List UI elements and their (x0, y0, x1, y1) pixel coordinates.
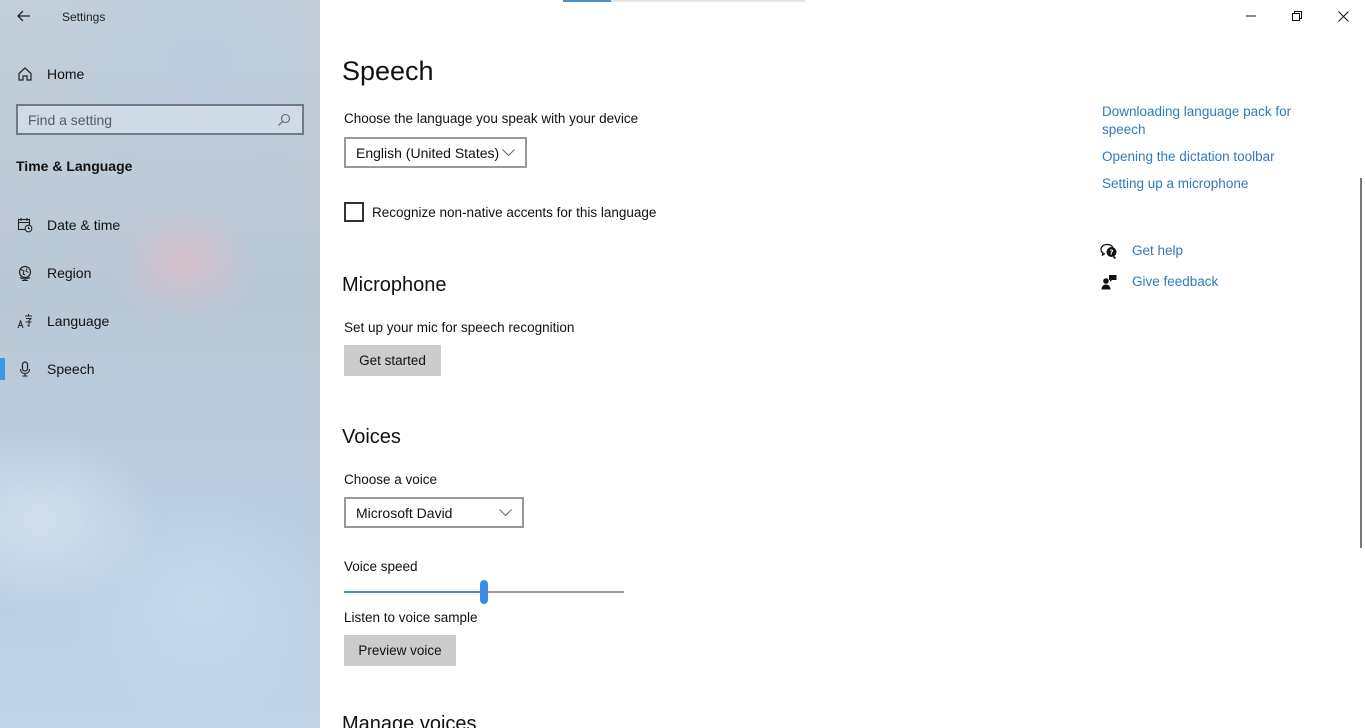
restore-icon (1292, 11, 1302, 21)
slider-fill (344, 591, 484, 593)
close-icon (1337, 10, 1349, 22)
microphone-heading: Microphone (342, 274, 447, 296)
language-icon (16, 312, 34, 330)
give-feedback-row[interactable]: Give feedback (1100, 273, 1218, 291)
search-box[interactable] (16, 104, 304, 135)
section-heading: Time & Language (16, 158, 133, 174)
globe-icon (16, 264, 34, 282)
sidebar-item-label: Home (47, 66, 85, 82)
minimize-icon (1246, 15, 1256, 17)
back-arrow-icon (17, 10, 30, 22)
loading-progress-bar (563, 0, 805, 2)
sidebar-item-date-time[interactable]: Date & time (0, 207, 320, 243)
chevron-down-icon (498, 508, 512, 518)
give-feedback-link[interactable]: Give feedback (1132, 273, 1218, 291)
app-title: Settings (62, 10, 106, 24)
home-icon (16, 65, 34, 83)
language-label: Choose the language you speak with your … (344, 111, 639, 126)
sidebar: Settings Home Time & Language Date & tim… (0, 0, 320, 728)
calendar-clock-icon (16, 216, 34, 234)
microphone-label: Set up your mic for speech recognition (344, 320, 575, 335)
search-icon[interactable] (276, 112, 292, 128)
minimize-button[interactable] (1228, 0, 1274, 32)
search-input[interactable] (28, 111, 276, 128)
sidebar-item-language[interactable]: Language (0, 303, 320, 339)
page-title: Speech (342, 56, 434, 86)
get-started-button[interactable]: Get started (344, 345, 441, 376)
voice-speed-slider[interactable] (344, 580, 624, 604)
preview-voice-button[interactable]: Preview voice (344, 635, 456, 666)
language-dropdown[interactable]: English (United States) (344, 137, 527, 168)
link-download-language-pack[interactable]: Downloading language pack for speech (1102, 103, 1322, 139)
accents-checkbox-label: Recognize non-native accents for this la… (372, 204, 657, 220)
sidebar-item-label: Date & time (47, 217, 121, 233)
restore-button[interactable] (1274, 0, 1320, 32)
manage-voices-heading: Manage voices (342, 713, 477, 728)
sidebar-item-speech[interactable]: Speech (0, 351, 320, 387)
chevron-down-icon (501, 148, 515, 158)
loading-progress-fill (563, 0, 612, 2)
language-selected-value: English (United States) (356, 144, 500, 161)
back-button[interactable] (10, 4, 38, 28)
microphone-icon (16, 360, 34, 378)
accents-checkbox-row[interactable]: Recognize non-native accents for this la… (344, 202, 656, 222)
sidebar-item-label: Region (47, 265, 92, 281)
choose-voice-label: Choose a voice (344, 472, 438, 487)
sidebar-item-home[interactable]: Home (16, 62, 84, 86)
sidebar-item-label: Speech (47, 361, 95, 377)
link-setup-microphone[interactable]: Setting up a microphone (1102, 175, 1322, 193)
svg-text:?: ? (1109, 249, 1113, 257)
vertical-scrollbar[interactable] (1360, 178, 1362, 548)
main-content: Speech Choose the language you speak wit… (320, 0, 1365, 728)
voice-selected-value: Microsoft David (356, 504, 453, 521)
voices-heading: Voices (342, 426, 401, 448)
related-links: Downloading language pack for speech Ope… (1102, 103, 1322, 202)
link-dictation-toolbar[interactable]: Opening the dictation toolbar (1102, 148, 1322, 166)
voice-speed-label: Voice speed (344, 559, 418, 574)
sidebar-item-label: Language (47, 313, 110, 329)
close-button[interactable] (1320, 0, 1365, 32)
get-help-row[interactable]: ? Get help (1100, 242, 1183, 260)
accents-checkbox[interactable] (344, 202, 364, 222)
voice-sample-label: Listen to voice sample (344, 610, 478, 625)
feedback-icon (1100, 273, 1118, 291)
voice-dropdown[interactable]: Microsoft David (344, 497, 524, 528)
help-chat-icon: ? (1100, 242, 1118, 260)
get-help-link[interactable]: Get help (1132, 242, 1183, 260)
slider-thumb[interactable] (480, 580, 488, 604)
sidebar-item-region[interactable]: Region (0, 255, 320, 291)
